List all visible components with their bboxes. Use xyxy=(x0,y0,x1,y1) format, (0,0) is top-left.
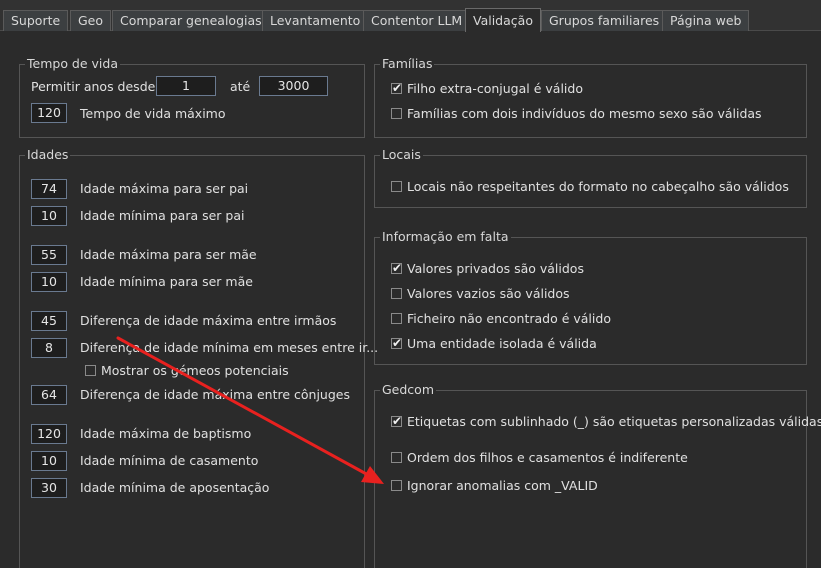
age-label-max-spouse-diff: Diferença de idade máxima entre cônjuges xyxy=(80,387,350,402)
allow-years-label: Permitir anos desde xyxy=(31,79,156,94)
checkbox-isolated-entity-label: Uma entidade isolada é válida xyxy=(407,336,597,351)
tab-geo[interactable]: Geo xyxy=(70,10,112,31)
age-input-max-mother[interactable]: 55 xyxy=(31,245,67,265)
checkbox-file-not-found-box[interactable] xyxy=(391,313,402,324)
check-icon: ✔ xyxy=(392,414,403,428)
age-label-max-baptism: Idade máxima de baptismo xyxy=(80,426,252,441)
age-label-max-sibling-diff: Diferença de idade máxima entre irmãos xyxy=(80,313,337,328)
age-label-min-marriage: Idade mínima de casamento xyxy=(80,453,259,468)
age-input-max-spouse-diff[interactable]: 64 xyxy=(31,385,67,405)
checkbox-isolated-entity-box[interactable]: ✔ xyxy=(391,336,403,350)
age-input-max-baptism[interactable]: 120 xyxy=(31,424,67,444)
check-icon: ✔ xyxy=(392,81,403,95)
lifetime-group-title: Tempo de vida xyxy=(25,56,120,72)
age-label-min-retirement: Idade mínima de aposentação xyxy=(80,480,270,495)
age-input-min-sibling-months[interactable]: 8 xyxy=(31,338,67,358)
age-input-max-father[interactable]: 74 xyxy=(31,179,67,199)
age-label-min-sibling-months: Diferença de idade mínima em meses entre… xyxy=(80,340,379,355)
age-label-min-father: Idade mínima para ser pai xyxy=(80,208,245,223)
checkbox-children-order-label: Ordem dos filhos e casamentos é indifere… xyxy=(407,450,688,465)
checkbox-empty-values-box[interactable] xyxy=(391,288,402,299)
tab-bar: Suporte Geo Comparar genealogias Levanta… xyxy=(0,0,821,32)
places-group: Locais Locais não respeitantes do format… xyxy=(374,147,807,208)
checkbox-extra-marital-child-box[interactable]: ✔ xyxy=(391,81,403,95)
missing-info-group: Informação em falta ✔ Valores privados s… xyxy=(374,229,807,365)
gedcom-group: Gedcom ✔ Etiquetas com sublinhado (_) sã… xyxy=(374,382,821,568)
ages-group-title: Idades xyxy=(25,147,71,163)
max-lifetime-input[interactable]: 120 xyxy=(31,103,67,123)
age-input-min-retirement[interactable]: 30 xyxy=(31,478,67,498)
age-label-max-father: Idade máxima para ser pai xyxy=(80,181,249,196)
checkbox-extra-marital-child-label: Filho extra-conjugal é válido xyxy=(407,81,583,96)
checkbox-children-order-box[interactable] xyxy=(391,452,402,463)
tab-contentor-llm[interactable]: Contentor LLM xyxy=(363,10,471,31)
checkbox-underscore-tags-box[interactable]: ✔ xyxy=(391,414,403,428)
age-input-min-mother[interactable]: 10 xyxy=(31,272,67,292)
age-label-max-mother: Idade máxima para ser mãe xyxy=(80,247,257,262)
twins-checkbox-label: Mostrar os gémeos potenciais xyxy=(101,363,289,378)
age-input-min-marriage[interactable]: 10 xyxy=(31,451,67,471)
tab-pagina-web[interactable]: Página web xyxy=(662,10,750,31)
checkbox-places-format-label: Locais não respeitantes do formato no ca… xyxy=(407,179,789,194)
checkbox-places-format-box[interactable] xyxy=(391,181,402,192)
age-input-max-sibling-diff[interactable]: 45 xyxy=(31,311,67,331)
tab-comparar-genealogias[interactable]: Comparar genealogias xyxy=(112,10,270,31)
year-to-label: até xyxy=(230,79,251,94)
lifetime-group: Tempo de vida Permitir anos desde 1 até … xyxy=(19,56,365,138)
checkbox-same-sex-family-box[interactable] xyxy=(391,108,402,119)
check-icon: ✔ xyxy=(392,261,403,275)
twins-checkbox-box[interactable] xyxy=(85,365,96,376)
check-icon: ✔ xyxy=(392,336,403,350)
places-group-title: Locais xyxy=(380,147,423,163)
checkbox-file-not-found-label: Ficheiro não encontrado é válido xyxy=(407,311,611,326)
families-group-title: Famílias xyxy=(380,56,435,72)
checkbox-empty-values-label: Valores vazios são válidos xyxy=(407,286,570,301)
tab-levantamento[interactable]: Levantamento xyxy=(262,10,369,31)
checkbox-private-values-box[interactable]: ✔ xyxy=(391,261,403,275)
ages-group: Idades 74 Idade máxima para ser pai 10 I… xyxy=(19,147,378,568)
age-label-min-mother: Idade mínima para ser mãe xyxy=(80,274,253,289)
tab-suporte[interactable]: Suporte xyxy=(3,10,69,31)
checkbox-ignore-valid-anomalies-label: Ignorar anomalias com _VALID xyxy=(407,478,598,493)
missing-info-group-title: Informação em falta xyxy=(380,229,511,245)
checkbox-ignore-valid-anomalies-box[interactable] xyxy=(391,480,402,491)
year-from-input[interactable]: 1 xyxy=(156,76,216,96)
families-group: Famílias ✔ Filho extra-conjugal é válido… xyxy=(374,56,807,138)
gedcom-group-title: Gedcom xyxy=(380,382,437,398)
tab-grupos-familiares[interactable]: Grupos familiares xyxy=(541,10,668,31)
checkbox-same-sex-family-label: Famílias com dois indivíduos do mesmo se… xyxy=(407,106,762,121)
checkbox-underscore-tags-label: Etiquetas com sublinhado (_) são etiquet… xyxy=(407,414,821,429)
max-lifetime-label: Tempo de vida máximo xyxy=(80,106,226,121)
tab-validacao[interactable]: Validação xyxy=(465,8,541,32)
checkbox-private-values-label: Valores privados são válidos xyxy=(407,261,584,276)
age-input-min-father[interactable]: 10 xyxy=(31,206,67,226)
year-to-input[interactable]: 3000 xyxy=(259,76,328,96)
